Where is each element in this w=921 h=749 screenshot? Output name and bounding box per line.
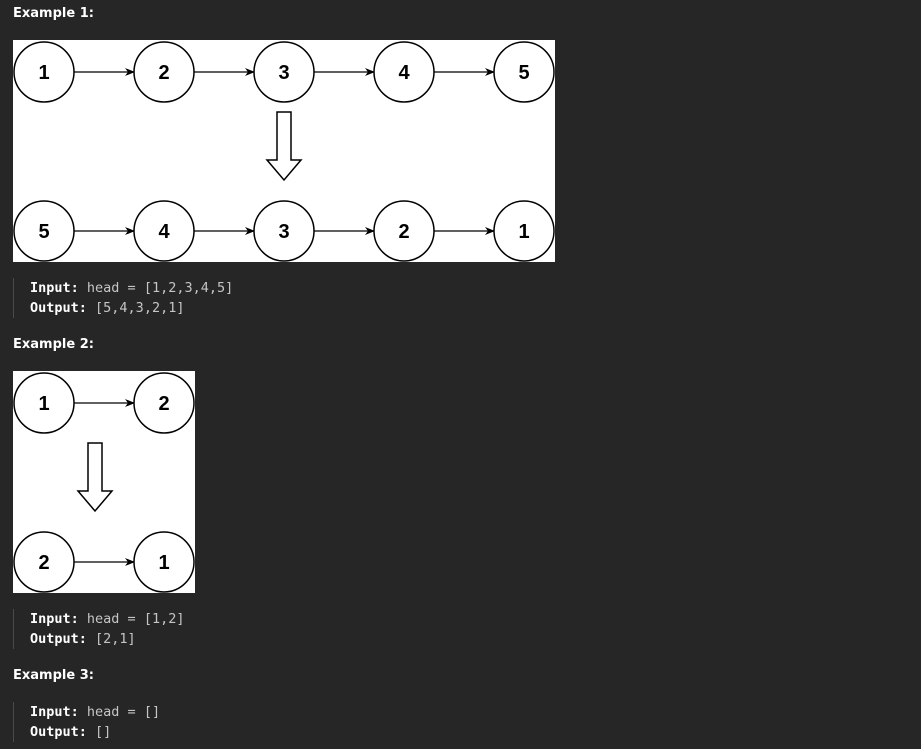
list-node: 2 xyxy=(133,372,195,434)
example-1-figure: 1 2 3 4 5 5 4 3 2 1 xyxy=(13,40,555,262)
output-label: Output: xyxy=(30,300,87,316)
input-value: head = [] xyxy=(86,704,161,720)
example-1-after-list: 5 4 3 2 1 xyxy=(13,200,555,262)
node-label: 5 xyxy=(518,62,529,84)
node-label: 4 xyxy=(398,62,410,84)
output-line: Output: [] xyxy=(30,722,160,742)
input-line: Input: head = [1,2,3,4,5] xyxy=(30,278,233,298)
node-label: 2 xyxy=(158,393,169,415)
output-value: [] xyxy=(95,724,112,740)
example-3-io: Input: head = [] Output: [] xyxy=(13,702,160,742)
list-node: 4 xyxy=(373,41,435,103)
output-label: Output: xyxy=(30,631,87,647)
input-value: head = [1,2] xyxy=(86,611,185,627)
example-2-before-list: 1 2 xyxy=(13,372,195,434)
example-2-after-list: 2 1 xyxy=(13,531,195,593)
node-label: 1 xyxy=(38,62,49,84)
list-node: 1 xyxy=(13,372,75,434)
node-label: 5 xyxy=(38,221,49,243)
example-1-diagram: 1 2 3 4 5 5 4 3 2 1 xyxy=(13,41,555,262)
node-label: 3 xyxy=(278,62,289,84)
example-2-figure: 1 2 2 1 xyxy=(13,371,195,593)
list-node: 2 xyxy=(373,200,435,262)
input-label: Input: xyxy=(30,280,79,296)
list-node: 1 xyxy=(493,200,555,262)
example-2-title: Example 2: xyxy=(13,337,94,352)
output-line: Output: [5,4,3,2,1] xyxy=(30,298,233,318)
output-label: Output: xyxy=(30,724,87,740)
down-arrow-icon xyxy=(265,111,303,182)
node-label: 2 xyxy=(158,62,169,84)
node-label: 1 xyxy=(518,221,529,243)
node-label: 1 xyxy=(38,393,49,415)
down-arrow-icon xyxy=(76,442,114,513)
list-node: 5 xyxy=(13,200,75,262)
output-line: Output: [2,1] xyxy=(30,629,184,649)
list-node: 1 xyxy=(133,531,195,593)
example-1-io: Input: head = [1,2,3,4,5] Output: [5,4,3… xyxy=(13,278,233,318)
example-1-title: Example 1: xyxy=(13,6,94,21)
example-2-diagram: 1 2 2 1 xyxy=(13,372,195,593)
list-node: 2 xyxy=(133,41,195,103)
example-2-io: Input: head = [1,2] Output: [2,1] xyxy=(13,609,184,649)
list-node: 3 xyxy=(253,200,315,262)
example-1-before-list: 1 2 3 4 5 xyxy=(13,41,555,103)
example-3-title: Example 3: xyxy=(13,668,94,683)
list-node: 3 xyxy=(253,41,315,103)
input-label: Input: xyxy=(30,611,79,627)
input-value: head = [1,2,3,4,5] xyxy=(86,280,234,296)
node-label: 4 xyxy=(158,221,170,243)
output-value: [2,1] xyxy=(95,631,136,647)
list-node: 4 xyxy=(133,200,195,262)
node-label: 3 xyxy=(278,221,289,243)
input-line: Input: head = [] xyxy=(30,702,160,722)
input-label: Input: xyxy=(30,704,79,720)
output-value: [5,4,3,2,1] xyxy=(95,300,185,316)
list-node: 1 xyxy=(13,41,75,103)
node-label: 2 xyxy=(398,221,409,243)
list-node: 2 xyxy=(13,531,75,593)
list-node: 5 xyxy=(493,41,555,103)
node-label: 1 xyxy=(158,552,169,574)
node-label: 2 xyxy=(38,552,49,574)
input-line: Input: head = [1,2] xyxy=(30,609,184,629)
